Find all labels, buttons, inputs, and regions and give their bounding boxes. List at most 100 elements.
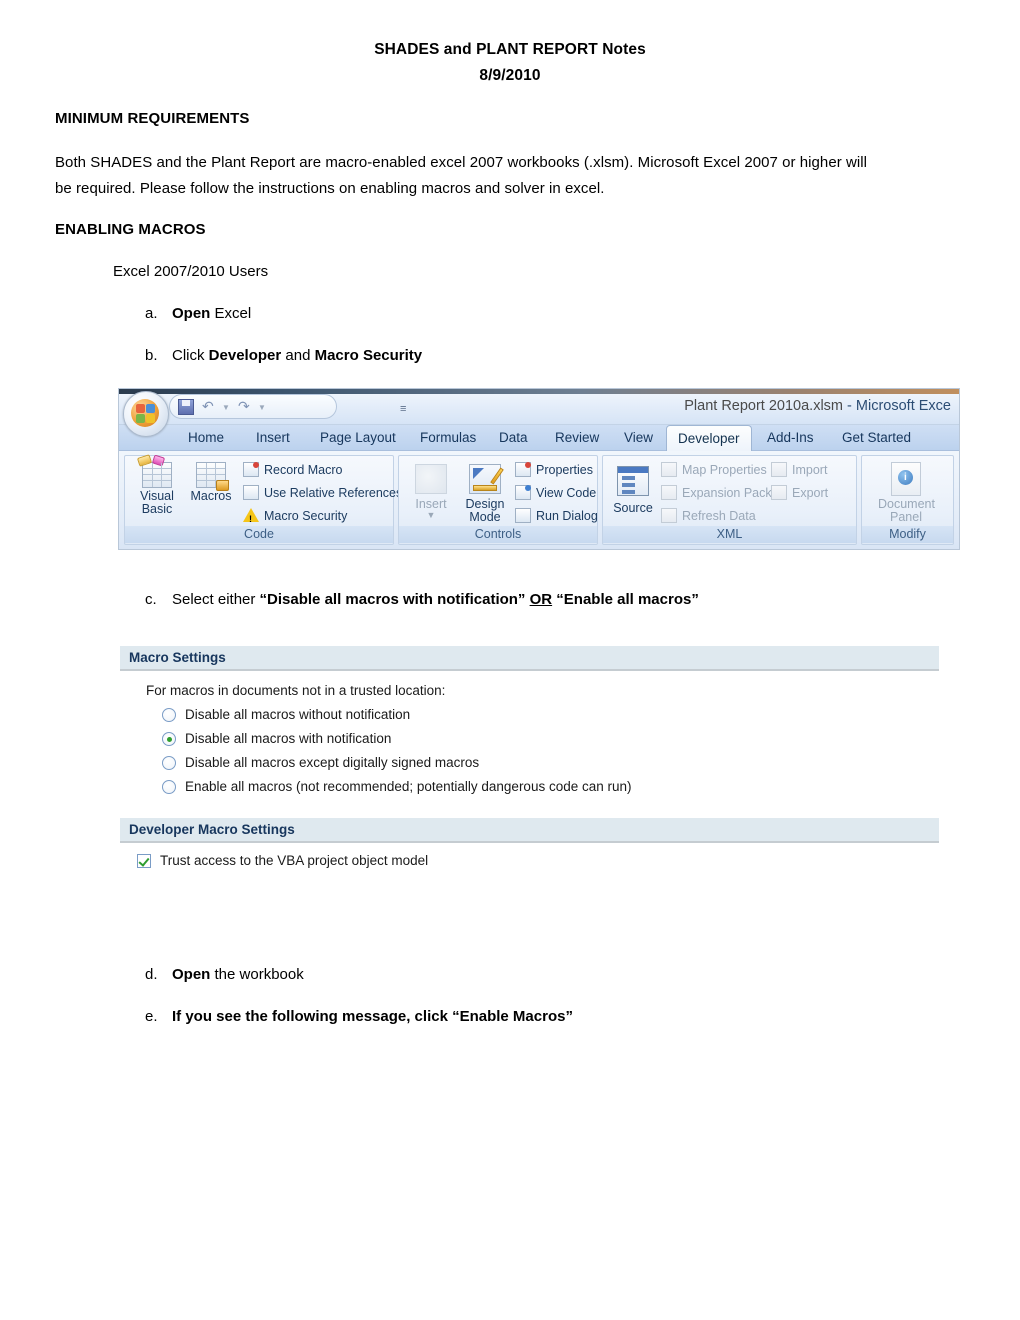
macro-security-button[interactable]: Macro Security — [243, 507, 348, 528]
design-mode-label-2: Mode — [469, 510, 501, 524]
ribbon-group-xml: Source Map Properties Expansion Packs Re… — [602, 455, 857, 545]
use-relative-references-icon — [243, 485, 259, 500]
tab-page-layout[interactable]: Page Layout — [309, 425, 407, 451]
record-macro-button[interactable]: Record Macro — [243, 461, 343, 479]
undo-dropdown-icon[interactable]: ▼ — [222, 403, 230, 412]
customize-toolbar-icon[interactable]: ≡ — [400, 403, 406, 415]
group-label-modify: Modify — [862, 526, 953, 543]
expansion-packs-button[interactable]: Expansion Packs — [661, 484, 778, 502]
xml-source-icon — [617, 466, 649, 496]
import-label: Import — [792, 463, 828, 477]
tab-data[interactable]: Data — [488, 425, 539, 451]
checkbox-trust-vba-access[interactable]: Trust access to the VBA project object m… — [137, 851, 428, 871]
ribbon-group-modify: Document Panel Modify — [861, 455, 954, 545]
document-page: SHADES and PLANT REPORT Notes 8/9/2010 M… — [0, 0, 1020, 1320]
run-dialog-button[interactable]: Run Dialog — [515, 507, 598, 525]
list-marker: d. — [145, 966, 158, 983]
export-label: Export — [792, 486, 829, 500]
radio-icon[interactable] — [162, 780, 176, 794]
document-panel-button[interactable]: Document Panel — [878, 462, 935, 524]
checkbox-icon-checked[interactable] — [137, 854, 151, 868]
macro-settings-title: Macro Settings — [129, 650, 226, 665]
macros-button[interactable]: Macros — [183, 462, 239, 503]
step-b-lead: Click — [172, 347, 209, 364]
window-title-app: Microsoft Exce — [855, 398, 951, 414]
record-macro-label: Record Macro — [264, 463, 343, 477]
view-code-button[interactable]: View Code — [515, 484, 596, 502]
expansion-packs-icon — [661, 485, 677, 500]
run-dialog-label: Run Dialog — [536, 509, 598, 523]
macros-label: Macros — [190, 489, 232, 503]
window-title-separator: - — [843, 398, 856, 414]
heading-enabling-macros: ENABLING MACROS — [55, 221, 206, 238]
excel-ribbon-screenshot: ↶ ▼ ↷ ▼ ≡ Plant Report 2010a.xlsm - Micr… — [118, 388, 960, 550]
export-button[interactable]: Export — [771, 484, 828, 502]
insert-control-icon — [415, 464, 447, 494]
visual-basic-button[interactable]: Visual Basic — [129, 454, 185, 516]
use-relative-references-button[interactable]: Use Relative References — [243, 484, 402, 502]
tab-view[interactable]: View — [613, 425, 664, 451]
office-button-icon[interactable] — [123, 391, 169, 437]
step-c-lead: Select either — [172, 591, 260, 608]
step-d-rest: the workbook — [210, 966, 304, 983]
list-item-text: Open the workbook — [172, 966, 304, 983]
tab-add-ins[interactable]: Add-Ins — [756, 425, 825, 451]
undo-icon[interactable]: ↶ — [202, 398, 214, 415]
refresh-data-label: Refresh Data — [682, 509, 756, 523]
export-icon — [771, 485, 787, 500]
properties-button[interactable]: Properties — [515, 461, 593, 479]
step-d-bold: Open — [172, 966, 211, 983]
heading-minimum-requirements: MINIMUM REQUIREMENTS — [55, 110, 250, 127]
list-item-text: Click Developer and Macro Security — [172, 347, 422, 364]
radio-label: Disable all macros without notification — [185, 707, 411, 722]
developer-macro-settings-section-header: Developer Macro Settings — [120, 818, 939, 843]
import-icon — [771, 462, 787, 477]
refresh-data-button[interactable]: Refresh Data — [661, 507, 756, 525]
radio-option-enable-all-macros[interactable]: Enable all macros (not recommended; pote… — [162, 777, 632, 797]
document-date: 8/9/2010 — [479, 67, 541, 84]
map-properties-button[interactable]: Map Properties — [661, 461, 767, 479]
source-button[interactable]: Source — [605, 466, 661, 515]
source-label: Source — [613, 501, 653, 515]
design-mode-icon — [469, 464, 504, 494]
quick-access-toolbar[interactable]: ↶ ▼ ↷ ▼ — [169, 394, 337, 419]
redo-icon[interactable]: ↷ — [238, 398, 250, 415]
tab-insert[interactable]: Insert — [245, 425, 301, 451]
radio-option-disable-with-notification[interactable]: Disable all macros with notification — [162, 729, 391, 749]
insert-control-label: Insert — [415, 497, 447, 511]
tab-developer[interactable]: Developer — [666, 425, 752, 451]
radio-icon-selected[interactable] — [162, 732, 176, 746]
view-code-icon — [515, 485, 531, 500]
insert-control-button[interactable]: Insert ▼ — [403, 464, 459, 520]
tab-home[interactable]: Home — [177, 425, 235, 451]
macro-security-warning-icon — [243, 508, 259, 528]
redo-dropdown-icon[interactable]: ▼ — [258, 403, 266, 412]
ribbon-group-code: Visual Basic Macros Record Macro Use Rel… — [124, 454, 402, 545]
radio-option-disable-without-notification[interactable]: Disable all macros without notification — [162, 705, 410, 725]
macro-security-label: Macro Security — [264, 509, 348, 523]
list-item-text: Select either “Disable all macros with n… — [172, 591, 699, 608]
map-properties-icon — [661, 462, 677, 477]
radio-icon[interactable] — [162, 756, 176, 770]
group-label-controls: Controls — [399, 526, 597, 543]
ribbon-tab-strip: Home Insert Page Layout Formulas Data Re… — [119, 425, 959, 451]
list-item-text: If you see the following message, click … — [172, 1008, 573, 1025]
import-button[interactable]: Import — [771, 461, 827, 479]
map-properties-label: Map Properties — [682, 463, 767, 477]
tab-get-started[interactable]: Get Started — [831, 425, 922, 451]
tab-formulas[interactable]: Formulas — [409, 425, 487, 451]
design-mode-label-1: Design — [465, 497, 505, 511]
office-logo-icon — [131, 399, 159, 427]
run-dialog-icon — [515, 508, 531, 523]
document-panel-label-1: Document — [878, 497, 935, 511]
use-relative-references-label: Use Relative References — [264, 486, 403, 500]
tab-review[interactable]: Review — [544, 425, 610, 451]
document-panel-label-2: Panel — [890, 510, 922, 524]
save-icon[interactable] — [178, 399, 194, 415]
design-mode-button[interactable]: Design Mode — [457, 464, 513, 524]
radio-option-disable-except-signed[interactable]: Disable all macros except digitally sign… — [162, 753, 479, 773]
radio-icon[interactable] — [162, 708, 176, 722]
document-title: SHADES and PLANT REPORT Notes — [374, 41, 646, 58]
radio-label: Enable all macros (not recommended; pote… — [185, 779, 632, 794]
visual-basic-label-2: Basic — [141, 502, 173, 516]
